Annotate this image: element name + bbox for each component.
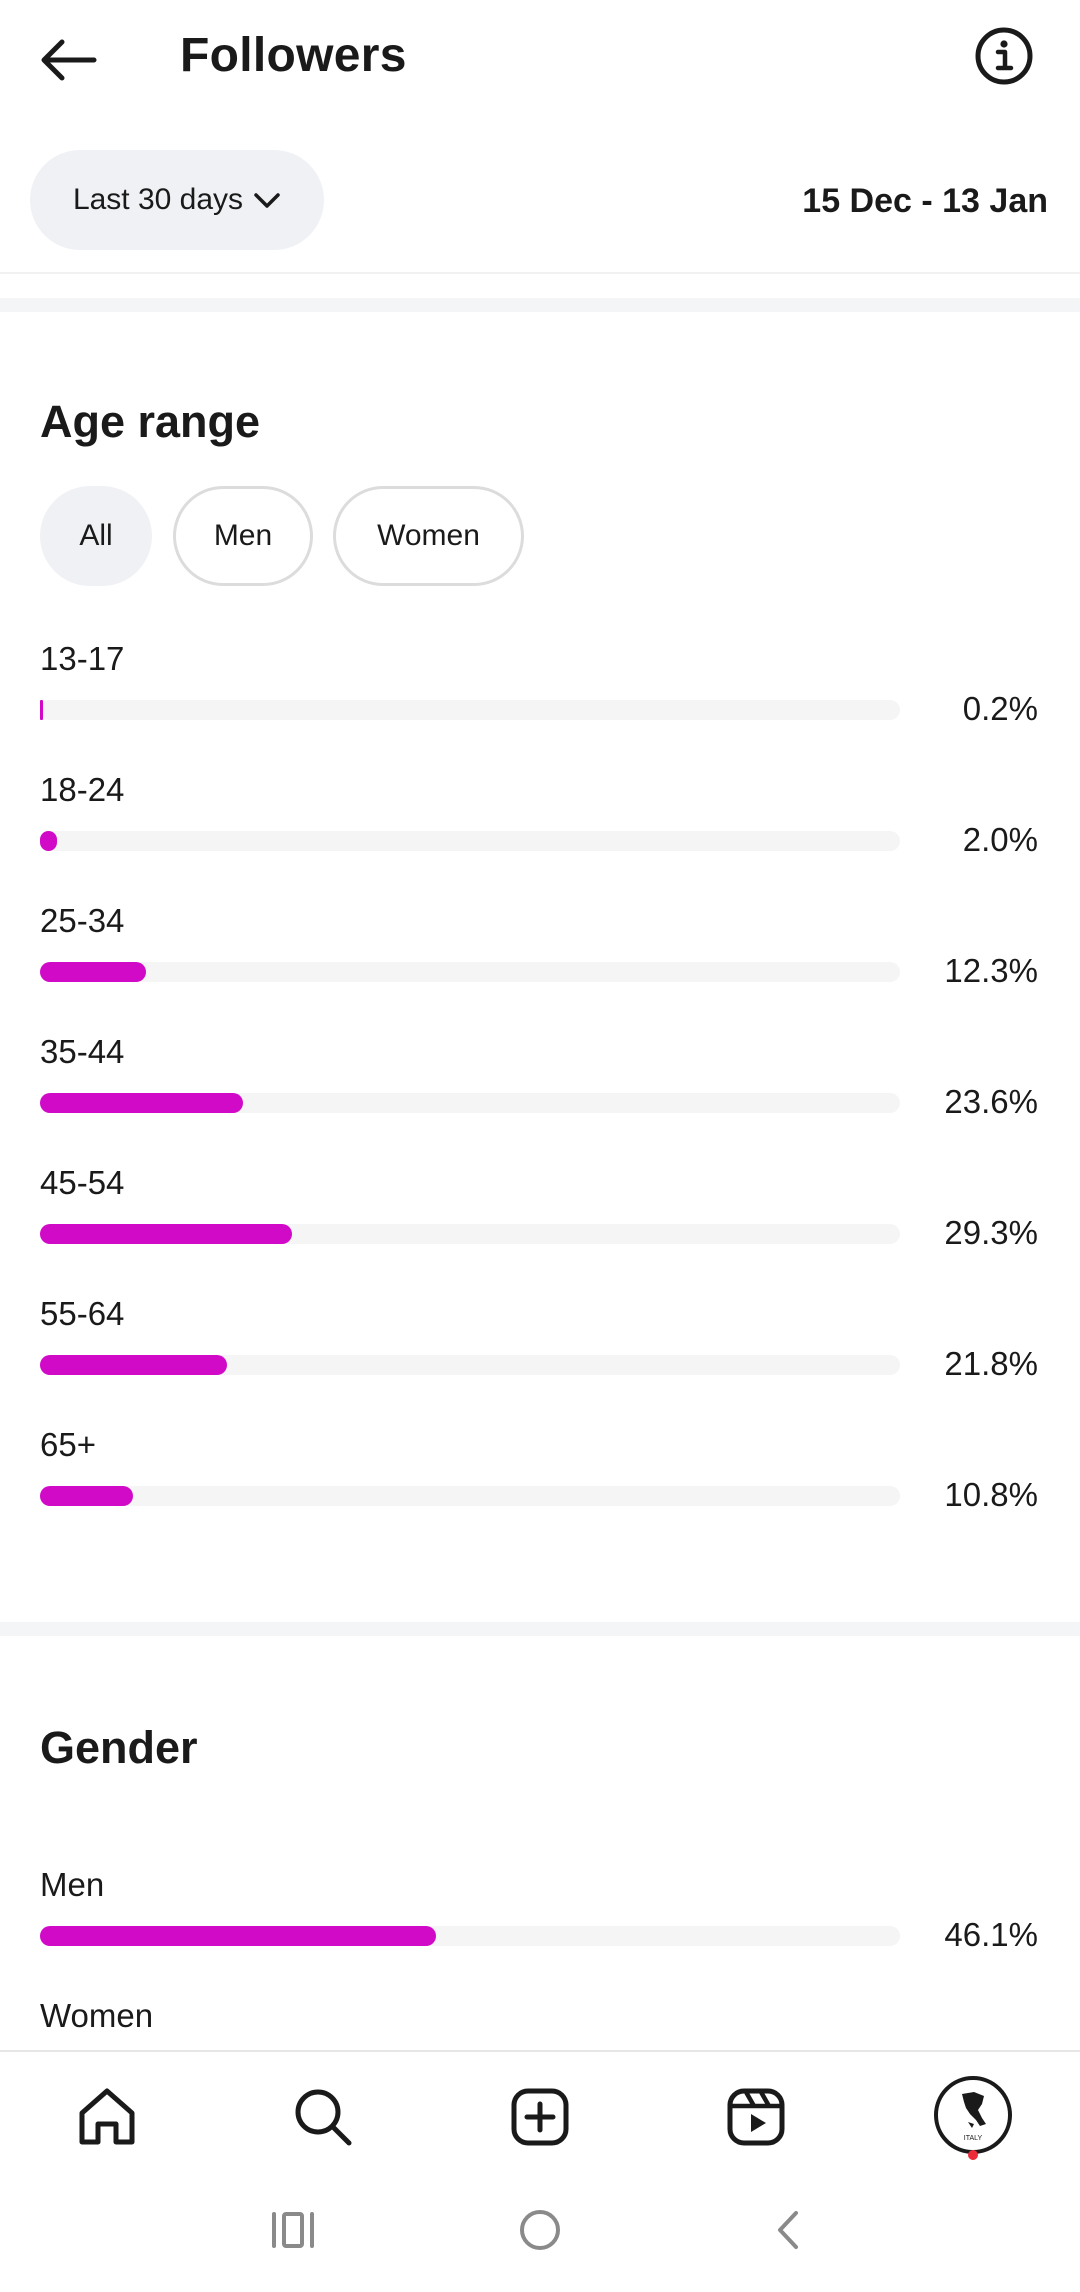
age-row-percentage: 10.8% — [944, 1476, 1038, 1513]
chip-all[interactable]: All — [40, 486, 152, 586]
age-row-bar — [40, 962, 146, 982]
info-icon — [975, 27, 1033, 85]
age-row-bar — [40, 700, 43, 720]
nav-reels[interactable] — [721, 2082, 791, 2152]
age-row-label: 35-44 — [40, 1033, 125, 1070]
back-system-button[interactable] — [757, 2200, 817, 2260]
nav-create[interactable] — [505, 2082, 575, 2152]
age-row-percentage: 2.0% — [962, 821, 1038, 858]
gender-row-track — [40, 1926, 900, 1946]
nav-search[interactable] — [288, 2082, 358, 2152]
age-row-bar — [40, 1355, 227, 1375]
date-range-dropdown[interactable]: Last 30 days — [30, 150, 324, 250]
chip-women-label: Women — [377, 519, 480, 552]
gender-title: Gender — [40, 1722, 198, 1773]
notification-dot — [968, 2150, 978, 2160]
arrow-left-icon — [41, 39, 97, 81]
age-row-track — [40, 1355, 900, 1375]
age-row-track — [40, 1093, 900, 1113]
section-divider — [0, 1622, 1080, 1636]
age-row-bar — [40, 1486, 133, 1506]
recent-apps-button[interactable] — [263, 2200, 323, 2260]
age-row-bar — [40, 1224, 292, 1244]
gender-row-label: Women — [40, 1997, 154, 2034]
gender-row-bar — [40, 1926, 436, 1946]
filter-bar: Last 30 days 15 Dec - 13 Jan — [0, 146, 1080, 274]
age-row-track — [40, 1224, 900, 1244]
age-row-label: 55-64 — [40, 1295, 125, 1332]
recent-apps-icon — [272, 2212, 314, 2248]
age-range-title: Age range — [40, 396, 261, 447]
reels-icon — [727, 2088, 785, 2146]
age-row-percentage: 21.8% — [944, 1345, 1038, 1382]
age-row-percentage: 0.2% — [962, 690, 1038, 727]
app-header: Followers — [0, 0, 1080, 115]
age-row-percentage: 12.3% — [944, 952, 1038, 989]
system-navigation-bar — [0, 2176, 1080, 2292]
back-button[interactable] — [32, 24, 104, 96]
age-row-track — [40, 700, 900, 720]
chip-all-label: All — [79, 519, 113, 552]
profile-avatar[interactable]: ITALY — [934, 2076, 1012, 2154]
chip-men-label: Men — [213, 519, 273, 552]
age-row-label: 65+ — [40, 1426, 96, 1463]
age-row-label: 45-54 — [40, 1164, 125, 1201]
age-row-percentage: 23.6% — [944, 1083, 1038, 1120]
search-icon — [295, 2089, 352, 2146]
chip-women[interactable]: Women — [333, 486, 524, 586]
age-row-track — [40, 962, 900, 982]
home-button-icon — [520, 2210, 560, 2250]
nav-home[interactable] — [72, 2082, 142, 2152]
back-icon — [778, 2211, 798, 2249]
age-row-percentage: 29.3% — [944, 1214, 1038, 1251]
age-row-bar — [40, 1093, 243, 1113]
date-range-dropdown-label: Last 30 days — [72, 183, 244, 216]
chip-men[interactable]: Men — [173, 486, 313, 586]
date-range-text: 15 Dec - 13 Jan — [802, 182, 1048, 220]
age-row-label: 25-34 — [40, 902, 125, 939]
age-row-label: 13-17 — [40, 640, 125, 677]
age-row-label: 18-24 — [40, 771, 125, 808]
age-row-track — [40, 1486, 900, 1506]
chevron-down-icon — [254, 193, 280, 208]
home-system-button[interactable] — [510, 2200, 570, 2260]
gender-row-label: Men — [40, 1866, 105, 1903]
create-icon — [511, 2088, 569, 2146]
gender-row-percentage: 46.1% — [944, 1916, 1038, 1953]
section-divider — [0, 298, 1080, 312]
profile-avatar-image: ITALY — [962, 2092, 986, 2142]
home-icon — [79, 2088, 135, 2145]
bottom-navigation: ITALY — [0, 2050, 1080, 2176]
svg-text:ITALY: ITALY — [964, 2135, 983, 2142]
age-row-track — [40, 831, 900, 851]
page-title: Followers — [180, 29, 407, 82]
age-row-bar — [40, 831, 57, 851]
info-button[interactable] — [974, 26, 1034, 86]
